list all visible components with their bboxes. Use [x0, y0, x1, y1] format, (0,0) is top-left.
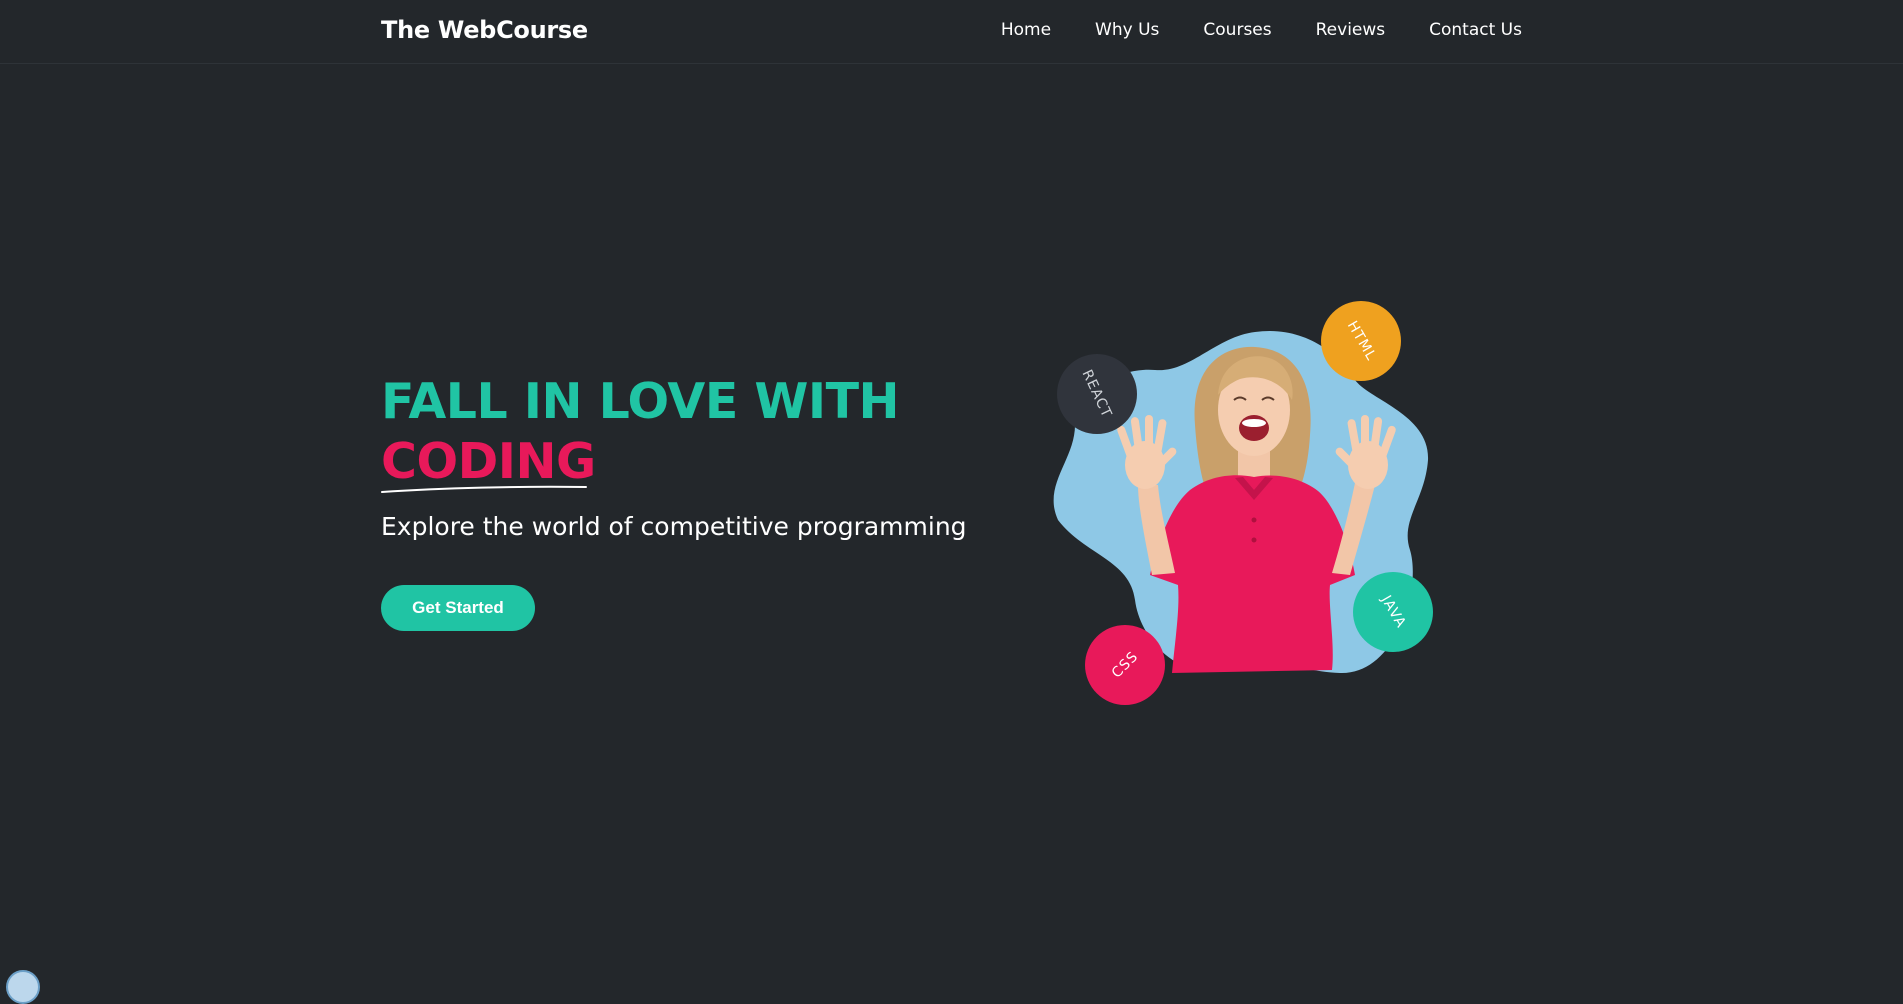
nav-link-why-us[interactable]: Why Us: [1095, 20, 1159, 40]
react-badge-label: REACT: [1078, 367, 1116, 421]
nav-link-reviews[interactable]: Reviews: [1316, 20, 1386, 40]
underline-swoosh-icon: [381, 485, 587, 493]
get-started-button[interactable]: Get Started: [381, 585, 535, 631]
html-badge-label: HTML: [1343, 318, 1379, 364]
java-badge-label: JAVA: [1377, 592, 1409, 632]
java-badge: JAVA: [1353, 572, 1433, 652]
css-badge: CSS: [1085, 625, 1165, 705]
navbar: The WebCourse Home Why Us Courses Review…: [0, 0, 1903, 64]
nav-link-courses[interactable]: Courses: [1203, 20, 1271, 40]
css-badge-label: CSS: [1108, 648, 1142, 682]
hero-text: FALL IN LOVE WITH CODING Explore the wor…: [381, 372, 981, 541]
html-badge: HTML: [1321, 301, 1401, 381]
hero-subtitle: Explore the world of competitive program…: [381, 512, 967, 541]
nav-link-home[interactable]: Home: [1001, 20, 1051, 40]
hero-headline-line2-wrap: CODING: [381, 432, 596, 493]
brand-logo[interactable]: The WebCourse: [381, 16, 588, 44]
hero-headline-line1: FALL IN LOVE WITH: [381, 373, 900, 430]
hero-headline-line2: CODING: [381, 433, 596, 490]
react-badge: REACT: [1057, 354, 1137, 434]
scroll-widget-icon[interactable]: [6, 970, 40, 1004]
nav-links: Home Why Us Courses Reviews Contact Us: [1001, 20, 1522, 40]
nav-link-contact-us[interactable]: Contact Us: [1429, 20, 1522, 40]
